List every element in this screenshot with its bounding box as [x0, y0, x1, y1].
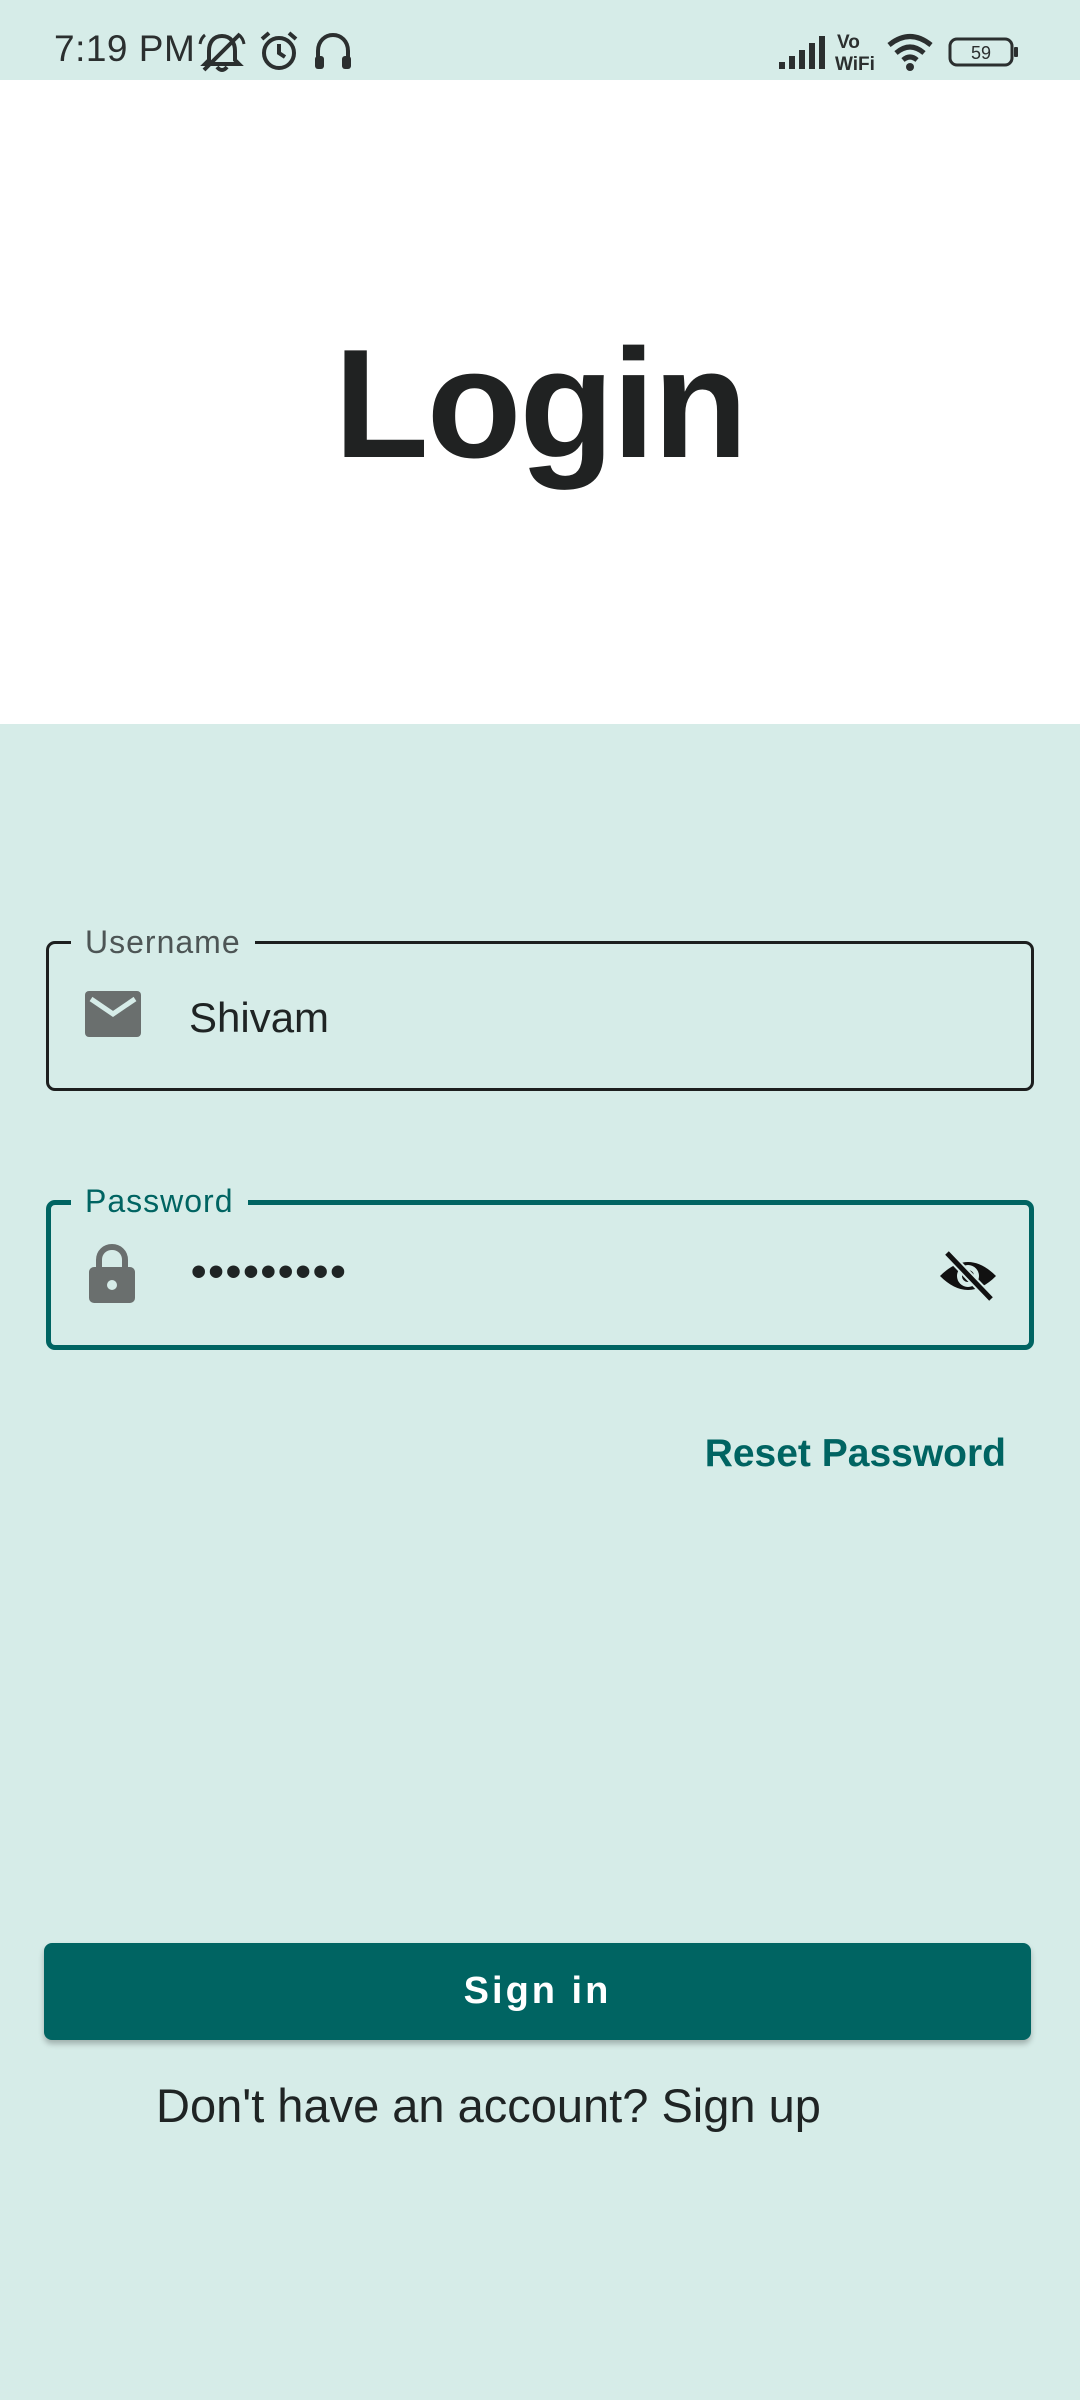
- sign-up-link[interactable]: Sign up: [661, 2079, 820, 2132]
- password-field[interactable]: Password •••••••••: [46, 1181, 1034, 1350]
- username-field[interactable]: Username Shivam: [46, 922, 1034, 1091]
- headphones-icon: [315, 32, 351, 69]
- status-bar: 7:19 PM Vo WiFi 59: [0, 0, 1080, 80]
- mail-icon: [85, 991, 141, 1037]
- signup-prompt-text: Don't have an account?: [156, 2079, 649, 2132]
- bell-off-icon: [198, 32, 246, 72]
- alarm-icon: [260, 31, 298, 70]
- sign-in-button[interactable]: Sign in: [44, 1943, 1031, 2040]
- vowifi-icon: Vo WiFi: [835, 32, 875, 74]
- vowifi-bottom-text: WiFi: [835, 54, 875, 74]
- status-time: 7:19 PM: [54, 28, 196, 69]
- username-input[interactable]: Shivam: [189, 994, 329, 1042]
- eye-off-icon[interactable]: [937, 1250, 999, 1302]
- signal-icon: [779, 36, 825, 69]
- battery-level-text: 59: [971, 43, 991, 63]
- battery-icon: 59: [948, 37, 1018, 67]
- page-title: Login: [334, 317, 748, 490]
- password-input[interactable]: •••••••••: [191, 1247, 348, 1297]
- password-label: Password: [71, 1181, 248, 1221]
- reset-password-link[interactable]: Reset Password: [705, 1432, 1006, 1476]
- vowifi-top-text: Vo: [837, 32, 860, 53]
- username-label: Username: [71, 922, 255, 962]
- wifi-icon: [887, 34, 933, 71]
- lock-icon: [89, 1243, 135, 1303]
- signup-prompt: Don't have an account? Sign up: [156, 2078, 821, 2133]
